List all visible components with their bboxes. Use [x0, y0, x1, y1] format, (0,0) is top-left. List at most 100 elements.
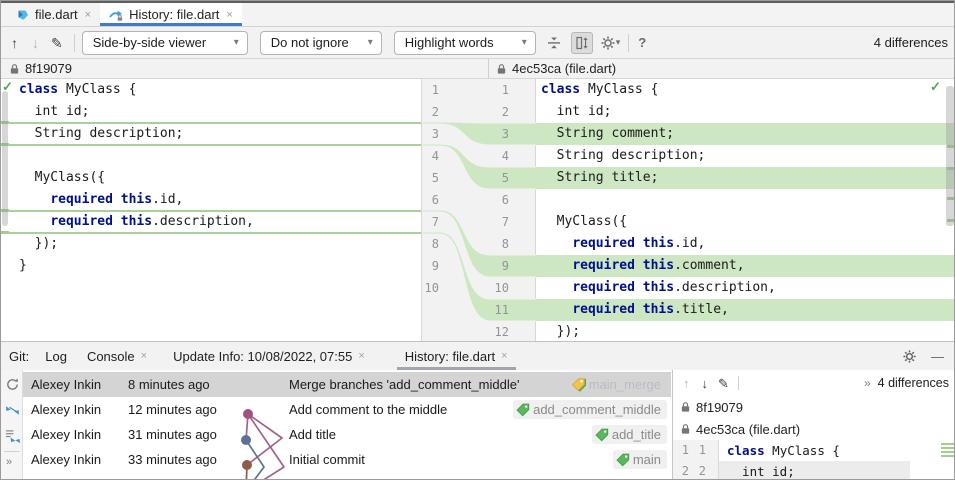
preview-mini-editor[interactable]: 1122 class MyClass { int id; [673, 440, 954, 479]
code-line[interactable]: String description; [9, 123, 421, 145]
commit-date: 33 minutes ago [128, 452, 217, 467]
ref-label[interactable]: add_comment_middle [513, 400, 667, 419]
chevron-down-icon: ▾ [233, 37, 239, 48]
right-line-number: 12 [494, 325, 509, 339]
diff-preview-panel: ↑ ↓ ✎ » 4 differences 8f19079 4ec53ca (f… [672, 370, 954, 479]
lock-icon [681, 424, 690, 434]
sync-scroll-toggle[interactable] [570, 31, 593, 54]
next-difference-button[interactable]: ↓ [702, 377, 709, 390]
tab-update-info[interactable]: Update Info: 10/08/2022, 07:55 × [171, 342, 367, 370]
left-line-number: 7 [431, 215, 439, 229]
left-line-number: 3 [431, 127, 439, 141]
intellisort-icon[interactable] [5, 403, 20, 418]
tool-window-title: Git: [9, 348, 30, 364]
code-line[interactable]: }); [9, 233, 421, 255]
commit-row[interactable]: Alexey Inkin 31 minutes ago Add title add_t… [23, 422, 671, 447]
tab-history-file-dart[interactable]: History: file.dart × [100, 3, 242, 26]
previous-difference-button[interactable]: ↑ [683, 377, 690, 390]
ref-label[interactable]: add_title [591, 425, 667, 444]
settings-dropdown-button[interactable]: ▾ [600, 35, 620, 51]
commit-author: Alexey Inkin [31, 377, 102, 392]
tab-console[interactable]: Console × [85, 342, 149, 370]
code-line[interactable] [9, 145, 421, 167]
refresh-icon[interactable] [5, 377, 20, 392]
more-actions-chevrons[interactable]: » [864, 376, 871, 390]
code-line[interactable]: required this.description, [9, 211, 421, 233]
left-line-number: 9 [431, 259, 439, 273]
insert-marker-line [9, 122, 421, 124]
right-line-number: 8 [501, 237, 509, 251]
commit-table[interactable]: Alexey Inkin 8 minutes ago Merge branches … [23, 370, 671, 479]
tab-history-file-dart[interactable]: History: file.dart × [397, 342, 516, 370]
code-line[interactable]: required this.description, [536, 277, 954, 299]
code-line[interactable]: } [9, 255, 421, 277]
commit-row[interactable]: Alexey Inkin 33 minutes ago Initial commit… [23, 447, 671, 472]
branch-icon [516, 403, 530, 416]
right-line-number: 4 [501, 149, 509, 163]
left-change-stripe[interactable] [1, 79, 9, 341]
commit-date: 12 minutes ago [128, 402, 217, 417]
scrollbar-thumb[interactable] [2, 91, 8, 226]
ref-label[interactable]: main_merge [569, 375, 667, 394]
close-icon[interactable]: × [226, 9, 232, 21]
differences-count: 4 differences [873, 35, 948, 50]
code-line[interactable]: required this.id, [9, 189, 421, 211]
collapse-branches-icon[interactable] [5, 429, 20, 444]
right-line-number: 5 [501, 171, 509, 185]
code-line[interactable]: String title; [536, 167, 954, 189]
toolbar-separator [628, 33, 630, 52]
code-line[interactable]: required this.title, [536, 299, 954, 321]
git-tab-bar: Git: Log Console × Update Info: 10/08/20… [1, 342, 954, 370]
change-tick [941, 447, 954, 449]
insert-marker-line [9, 232, 421, 234]
collapse-unchanged-icon[interactable] [546, 35, 562, 51]
previous-difference-button[interactable]: ↑ [11, 36, 18, 50]
code-line[interactable] [536, 189, 954, 211]
code-line[interactable]: class MyClass { [9, 79, 421, 101]
right-line-number: 11 [494, 303, 509, 317]
code-line[interactable]: String comment; [536, 123, 954, 145]
commit-message: Add title [289, 427, 336, 442]
code-line[interactable]: class MyClass { [536, 79, 954, 101]
gear-icon[interactable] [902, 349, 917, 364]
right-editor[interactable]: class MyClass { int id; String comment; … [536, 79, 954, 341]
code-line[interactable]: MyClass({ [536, 211, 954, 233]
code-line[interactable]: required this.comment, [536, 255, 954, 277]
code-line[interactable]: required this.id, [536, 233, 954, 255]
code-line[interactable]: int id; [536, 101, 954, 123]
left-editor[interactable]: class MyClass { int id; String descripti… [9, 79, 421, 341]
lock-icon [10, 63, 19, 74]
close-icon[interactable]: × [85, 9, 91, 21]
viewer-mode-dropdown[interactable]: Side-by-side viewer ▾ [81, 30, 248, 55]
minimize-button[interactable]: — [931, 349, 944, 364]
close-icon[interactable]: × [141, 350, 147, 362]
scrollbar-thumb[interactable] [946, 86, 954, 226]
tab-log[interactable]: Log [43, 342, 69, 370]
tab-file-dart[interactable]: file.dart × [7, 3, 100, 26]
code-line[interactable]: MyClass({ [9, 167, 421, 189]
insert-marker-line [9, 144, 421, 146]
toolbar-separator [737, 376, 739, 390]
help-button[interactable]: ? [638, 35, 646, 50]
toolstrip-separator [4, 451, 20, 452]
left-line-number: 1 [431, 83, 439, 97]
code-line[interactable]: String description; [536, 145, 954, 167]
right-line-number: 7 [501, 215, 509, 229]
ignore-policy-dropdown[interactable]: Do not ignore ▾ [259, 30, 382, 55]
more-actions-chevrons[interactable]: » [6, 456, 12, 468]
right-scrollbar[interactable] [945, 79, 954, 341]
edit-icon[interactable]: ✎ [51, 36, 63, 50]
close-icon[interactable]: × [501, 350, 507, 362]
next-difference-button[interactable]: ↓ [32, 36, 39, 50]
commit-row[interactable]: Alexey Inkin 12 minutes ago Add comment to… [23, 397, 671, 422]
mini-line-number: 1 [698, 443, 706, 457]
commit-row[interactable]: Alexey Inkin 8 minutes ago Merge branches … [23, 372, 671, 397]
edit-icon[interactable]: ✎ [718, 377, 729, 390]
left-line-number: 4 [431, 149, 439, 163]
highlight-mode-dropdown[interactable]: Highlight words ▾ [393, 30, 536, 55]
code-line[interactable]: int id; [9, 101, 421, 123]
close-icon[interactable]: × [358, 350, 364, 362]
code-line[interactable]: }); [536, 321, 954, 341]
sync-scroll-icon [576, 36, 588, 49]
ref-label[interactable]: main [612, 450, 667, 469]
